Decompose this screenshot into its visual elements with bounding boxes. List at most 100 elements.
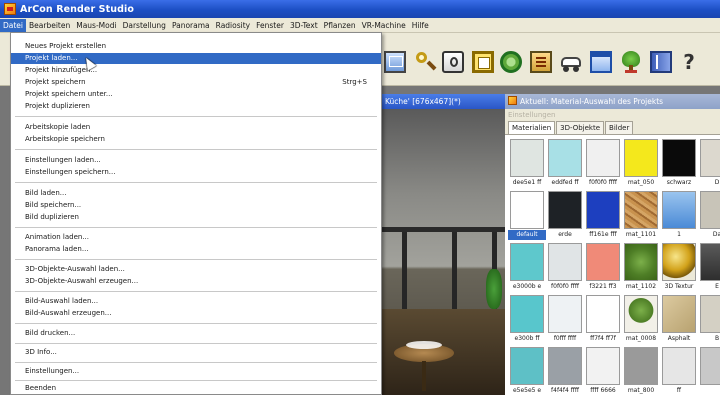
material-swatch-item[interactable]: mat_1102 [622, 241, 660, 293]
material-swatch-item[interactable]: ffff 6666 [584, 345, 622, 395]
render-document-icon[interactable] [384, 51, 406, 73]
menu-item-3d-info[interactable]: 3D Info... [11, 347, 381, 358]
material-swatch-item[interactable]: e3000b e [508, 241, 546, 293]
material-swatch-item[interactable]: Da [698, 189, 720, 241]
material-swatch-item[interactable]: 3D Textur [660, 241, 698, 293]
menu-fenster[interactable]: Fenster [253, 19, 287, 32]
material-swatch-item[interactable]: mat_050 [622, 137, 660, 189]
menu-item-exit[interactable]: Beenden [11, 383, 381, 394]
render-view-window[interactable]: Küche' [676x467](*) [382, 94, 505, 395]
menu-item-settings[interactable]: Einstellungen... [11, 366, 381, 377]
material-swatch [624, 191, 658, 229]
magnifier-icon[interactable] [414, 51, 437, 73]
material-swatch-item[interactable]: ff [660, 345, 698, 395]
menu-item-save-settings[interactable]: Einstellungen speichern... [11, 167, 381, 178]
material-swatch-item[interactable] [698, 345, 720, 395]
material-swatch-item[interactable]: e300b ff [508, 293, 546, 345]
menu-item-load-animation[interactable]: Animation laden... [11, 232, 381, 243]
menu-item-create-3d-selection[interactable]: 3D-Objekte-Auswahl erzeugen... [11, 276, 381, 287]
menu-radiosity[interactable]: Radiosity [213, 19, 253, 32]
material-swatch-item[interactable]: f0fff ffff [546, 293, 584, 345]
material-swatch-item[interactable]: mat_1101 [622, 189, 660, 241]
menu-item-load-3d-selection[interactable]: 3D-Objekte-Auswahl laden... [11, 264, 381, 275]
tab-bilder[interactable]: Bilder [605, 121, 634, 134]
material-swatch-label: Da [712, 231, 720, 238]
material-swatch-item[interactable]: ff161e fff [584, 189, 622, 241]
material-swatch [662, 243, 696, 281]
render-view-title[interactable]: Küche' [676x467](*) [382, 94, 505, 109]
material-swatch-item[interactable]: default [508, 189, 546, 241]
menu-item-create-image-selection[interactable]: Bild-Auswahl erzeugen... [11, 308, 381, 319]
gear-icon[interactable] [500, 51, 522, 73]
menu-separator [15, 227, 377, 228]
menu-3d-text[interactable]: 3D-Text [287, 19, 321, 32]
menu-pflanzen[interactable]: Pflanzen [321, 19, 359, 32]
tree-icon[interactable] [620, 51, 642, 73]
menu-item-save-project[interactable]: Projekt speichern Strg+S [11, 77, 381, 88]
render-scene-image[interactable] [382, 109, 505, 395]
help-icon[interactable]: ? [678, 51, 700, 73]
material-swatch-item[interactable]: f4f4f4 ffff [546, 345, 584, 395]
menu-item-load-panorama[interactable]: Panorama laden... [11, 244, 381, 255]
tab-materialien[interactable]: Materialien [508, 121, 556, 135]
material-swatch-label: ff7f4 ff7f [590, 335, 616, 342]
menu-item-load-settings[interactable]: Einstellungen laden... [11, 155, 381, 166]
material-swatch [548, 139, 582, 177]
menu-hilfe[interactable]: Hilfe [409, 19, 432, 32]
material-swatch-item[interactable]: f3221 ff3 [584, 241, 622, 293]
material-panel-title[interactable]: Aktuell: Material-Auswahl des Projekts [505, 94, 720, 109]
material-swatch-item[interactable]: dee5e1 ff [508, 137, 546, 189]
list-page-icon[interactable] [530, 51, 552, 73]
material-swatch-item[interactable]: erde [546, 189, 584, 241]
menu-bearbeiten[interactable]: Bearbeiten [26, 19, 73, 32]
menu-datei[interactable]: Datei [0, 18, 27, 32]
material-swatch-item[interactable]: D [698, 137, 720, 189]
material-swatch-item[interactable]: f0f0f0 ffff [584, 137, 622, 189]
tab-3d-objekte[interactable]: 3D-Objekte [556, 121, 605, 134]
material-swatch-item[interactable]: schwarz [660, 137, 698, 189]
menu-separator [15, 343, 377, 344]
material-swatch-item[interactable]: B [698, 293, 720, 345]
material-swatch-label: mat_1101 [625, 231, 657, 238]
menu-panorama[interactable]: Panorama [169, 19, 213, 32]
material-swatch [548, 243, 582, 281]
frame-icon[interactable] [472, 51, 494, 73]
menu-item-new-project[interactable]: Neues Projekt erstellen [11, 41, 381, 52]
menu-item-save-working-copy[interactable]: Arbeitskopie speichern [11, 134, 381, 145]
material-swatch-item[interactable]: Asphalt [660, 293, 698, 345]
material-swatch-item[interactable]: f0f0f0 ffff [546, 241, 584, 293]
material-swatch-item[interactable]: e5e5e5 e [508, 345, 546, 395]
material-swatch-label: D [714, 179, 720, 186]
menu-item-add-project[interactable]: Projekt hinzufügen... [11, 65, 381, 76]
material-swatch-label: 1 [677, 231, 681, 238]
menu-item-load-project[interactable]: Projekt laden... [11, 53, 381, 64]
menu-item-duplicate-project[interactable]: Projekt duplizieren [11, 101, 381, 112]
menu-item-duplicate-image[interactable]: Bild duplizieren [11, 212, 381, 223]
menu-maus-modi[interactable]: Maus-Modi [73, 19, 119, 32]
material-swatch-item[interactable]: mat_800 [622, 345, 660, 395]
menu-item-save-project-as[interactable]: Projekt speichern unter... [11, 89, 381, 100]
material-swatch-label: ffff 6666 [590, 387, 616, 394]
shortcut-label: Strg+S [342, 78, 367, 86]
material-swatch-item[interactable]: 1 [660, 189, 698, 241]
menu-vr-machine[interactable]: VR-Machine [359, 19, 409, 32]
material-swatch-item[interactable]: mat_0008 [622, 293, 660, 345]
menu-darstellung[interactable]: Darstellung [120, 19, 169, 32]
menu-item-load-image-selection[interactable]: Bild-Auswahl laden... [11, 296, 381, 307]
camera-icon[interactable] [442, 51, 464, 73]
menu-item-print-image[interactable]: Bild drucken... [11, 328, 381, 339]
material-swatch [510, 295, 544, 333]
material-swatch-item[interactable]: ff7f4 ff7f [584, 293, 622, 345]
material-swatch [700, 347, 720, 385]
menu-item-save-image[interactable]: Bild speichern... [11, 200, 381, 211]
window-icon[interactable] [590, 51, 612, 73]
book-icon[interactable] [650, 51, 672, 73]
menu-item-load-working-copy[interactable]: Arbeitskopie laden [11, 122, 381, 133]
material-swatch-item[interactable]: eddfed ff [546, 137, 584, 189]
material-swatch-label: schwarz [666, 179, 692, 186]
material-swatch [586, 295, 620, 333]
material-swatch-item[interactable]: E [698, 241, 720, 293]
menu-item-load-image[interactable]: Bild laden... [11, 188, 381, 199]
material-swatch [548, 295, 582, 333]
car-icon[interactable] [560, 51, 582, 73]
